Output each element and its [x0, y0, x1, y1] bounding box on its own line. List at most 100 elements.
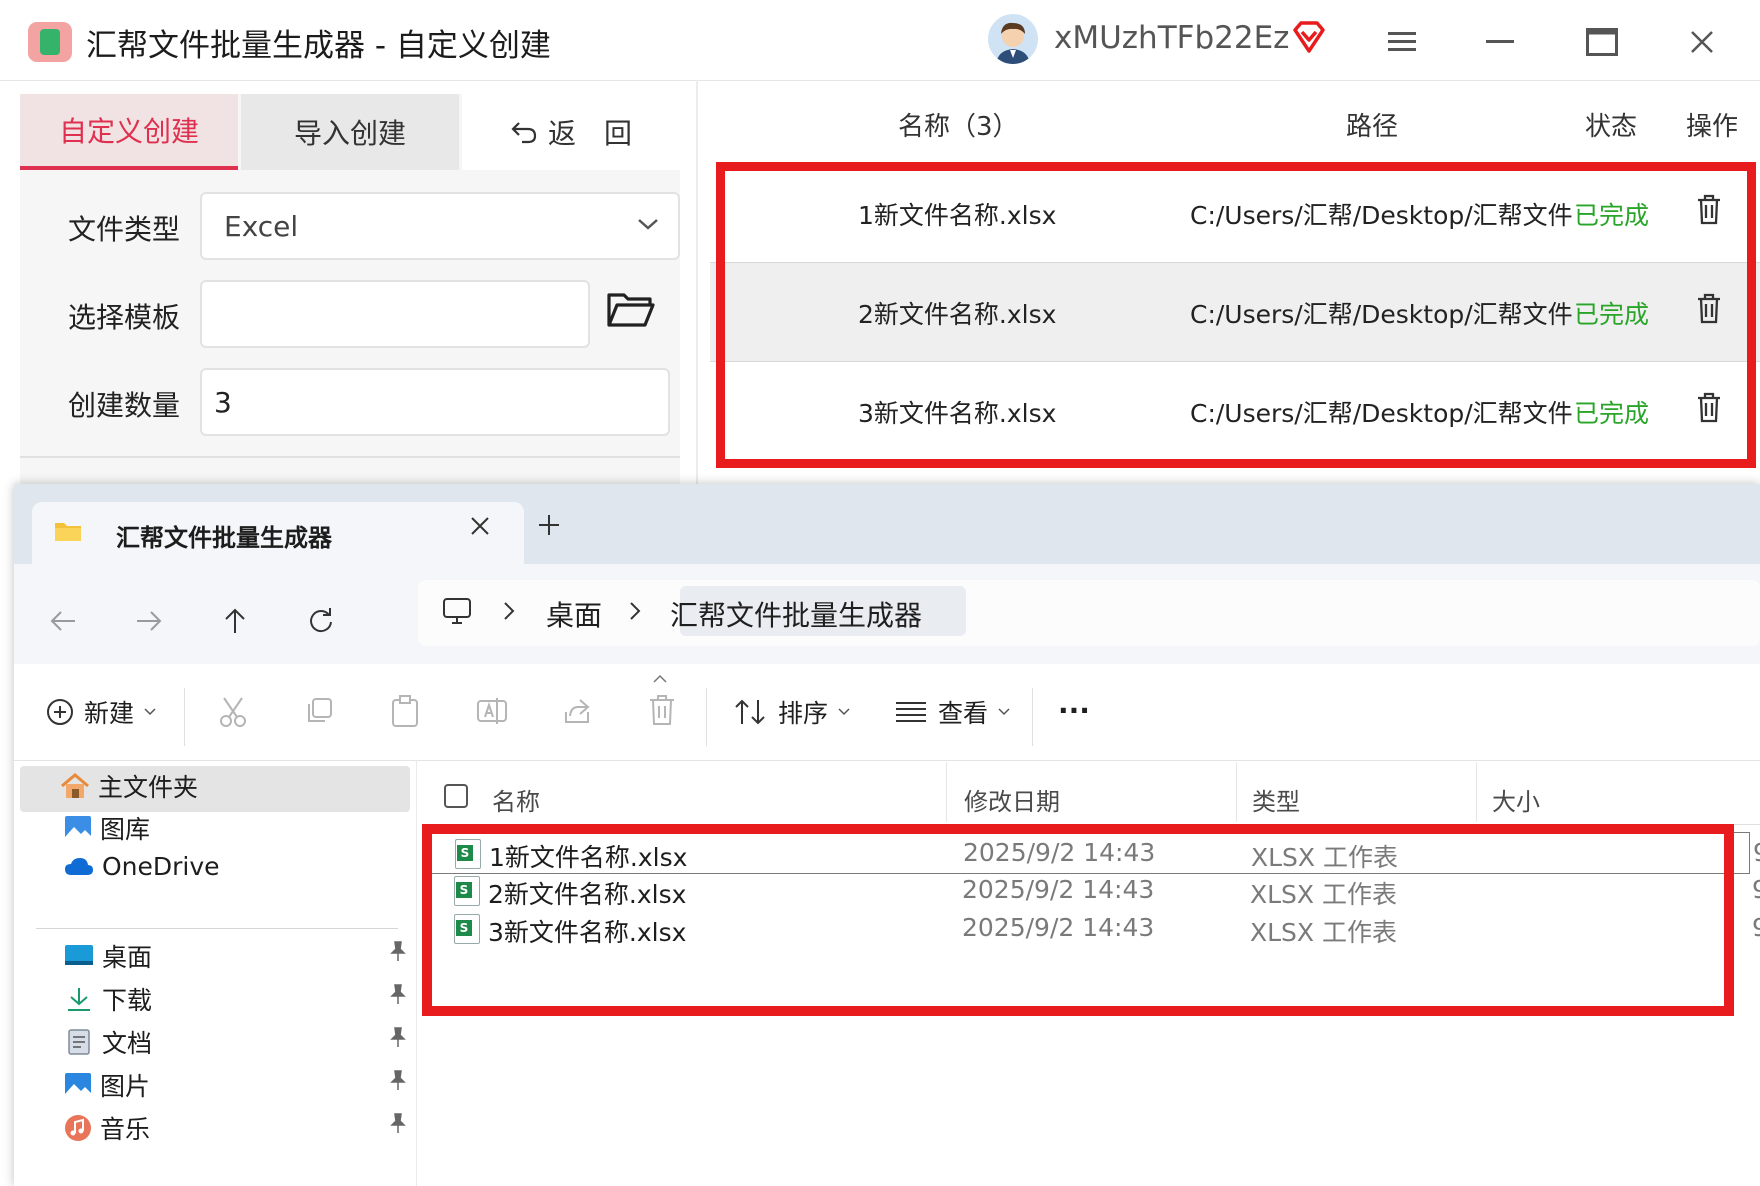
download-icon	[68, 988, 90, 1011]
close-tab-icon[interactable]	[470, 516, 490, 536]
chevron-down-icon	[998, 708, 1010, 716]
arrow-right-icon	[137, 611, 162, 631]
sidebar-item-onedrive[interactable]: OneDrive	[64, 852, 220, 881]
column-header-type[interactable]: 类型	[1252, 782, 1300, 817]
pin-icon[interactable]	[388, 940, 408, 962]
breadcrumb-current[interactable]: 汇帮文件批量生成器	[670, 594, 922, 634]
sort-button[interactable]: 排序	[734, 694, 850, 730]
plus-circle-icon	[47, 699, 73, 725]
chevron-right-icon	[504, 602, 515, 620]
user-avatar[interactable]	[988, 14, 1038, 64]
sidebar-separator	[416, 760, 417, 1186]
new-label: 新建	[84, 699, 135, 728]
sidebar-item-documents[interactable]: 文档	[64, 1024, 152, 1060]
view-button[interactable]: 查看	[894, 694, 1010, 730]
sidebar-item-music[interactable]: 音乐	[64, 1110, 150, 1146]
sidebar-item-desktop[interactable]: 桌面	[64, 938, 152, 974]
panel-separator	[696, 80, 698, 484]
pin-icon[interactable]	[388, 1112, 408, 1134]
sidebar-item-downloads[interactable]: 下载	[64, 981, 152, 1017]
pin-icon[interactable]	[388, 983, 408, 1005]
document-icon	[68, 1029, 90, 1055]
back-button[interactable]: 返 回	[462, 94, 680, 170]
hamburger-icon	[1388, 32, 1416, 51]
address-bar[interactable]: 桌面 汇帮文件批量生成器	[418, 580, 1760, 646]
column-header-name: 名称（3）	[898, 112, 1019, 142]
chevron-down-icon	[838, 708, 850, 716]
explorer-toolbar	[14, 664, 1760, 761]
maximize-button[interactable]	[1572, 14, 1632, 70]
view-list-icon	[896, 702, 926, 722]
sort-caret-icon	[653, 674, 667, 683]
file-size: 9	[1753, 838, 1760, 867]
sidebar-label: 音乐	[100, 1115, 151, 1144]
window-title: 汇帮文件批量生成器 - 自定义创建	[86, 28, 551, 64]
cloud-icon	[65, 857, 93, 875]
chevron-down-icon	[144, 708, 156, 716]
count-input[interactable]: 3	[200, 368, 670, 436]
pictures-icon	[65, 1073, 91, 1097]
template-label: 选择模板	[68, 301, 181, 334]
back-label: 返 回	[547, 117, 632, 150]
copy-icon[interactable]	[304, 696, 334, 726]
pin-icon[interactable]	[388, 1026, 408, 1048]
sidebar-label: 桌面	[102, 943, 153, 972]
back-nav-button[interactable]	[38, 596, 88, 646]
cut-icon[interactable]	[218, 696, 248, 728]
file-type-value: Excel	[224, 210, 299, 243]
chevron-down-icon	[638, 219, 658, 230]
folder-icon	[55, 523, 81, 541]
new-button[interactable]: 新建	[46, 694, 156, 730]
open-folder-icon[interactable]	[606, 288, 656, 332]
more-options-button[interactable]: ···	[1058, 694, 1090, 727]
column-header-status: 状态	[1585, 112, 1638, 142]
close-button[interactable]	[1672, 14, 1732, 70]
minimize-button[interactable]	[1470, 14, 1530, 70]
rename-icon[interactable]	[476, 696, 508, 726]
sidebar-item-home[interactable]: 主文件夹	[60, 768, 198, 804]
new-tab-icon[interactable]	[538, 514, 560, 536]
gallery-icon	[65, 816, 91, 840]
pin-icon[interactable]	[388, 1069, 408, 1091]
sidebar-item-gallery[interactable]: 图库	[64, 810, 150, 846]
breadcrumb-desktop[interactable]: 桌面	[546, 594, 602, 634]
vip-diamond-icon[interactable]	[1290, 18, 1328, 56]
tab-import-create[interactable]: 导入创建	[241, 94, 459, 170]
refresh-icon	[310, 608, 332, 633]
home-icon	[61, 773, 89, 798]
forward-nav-button[interactable]	[124, 596, 174, 646]
back-arrow-icon	[511, 122, 537, 144]
sidebar-label: 文档	[102, 1029, 153, 1058]
template-input[interactable]	[200, 280, 590, 348]
column-header-name[interactable]: 名称	[492, 782, 540, 817]
sort-label: 排序	[778, 699, 829, 728]
app-logo-icon	[28, 22, 72, 62]
refresh-button[interactable]	[296, 596, 346, 646]
divider	[20, 456, 680, 458]
file-type-select[interactable]: Excel	[200, 192, 680, 260]
column-header-date[interactable]: 修改日期	[964, 782, 1060, 817]
file-size: 9	[1752, 875, 1760, 904]
sidebar-label: 图库	[100, 815, 151, 844]
paste-icon[interactable]	[390, 694, 420, 728]
count-value: 3	[214, 386, 232, 419]
up-nav-button[interactable]	[210, 596, 260, 646]
column-header-action: 操作	[1686, 112, 1739, 142]
arrow-up-icon	[225, 608, 245, 633]
tab-custom-create[interactable]: 自定义创建	[20, 94, 238, 170]
username[interactable]: xMUzhTFb22Ez	[1054, 20, 1289, 56]
sidebar-item-pictures[interactable]: 图片	[64, 1067, 150, 1103]
sidebar-label: 下载	[102, 986, 153, 1015]
music-icon	[65, 1115, 91, 1141]
delete-icon[interactable]	[648, 694, 676, 726]
explorer-tab[interactable]: 汇帮文件批量生成器	[32, 502, 524, 566]
column-header-size[interactable]: 大小	[1492, 782, 1540, 817]
column-header-path: 路径	[1346, 112, 1399, 142]
count-label: 创建数量	[68, 389, 181, 422]
highlight-box	[716, 162, 1756, 468]
share-icon[interactable]	[562, 696, 592, 726]
select-all-checkbox[interactable]	[444, 784, 468, 808]
file-size: 9	[1752, 913, 1760, 942]
menu-button[interactable]	[1372, 14, 1432, 70]
chevron-right-icon	[630, 602, 641, 620]
